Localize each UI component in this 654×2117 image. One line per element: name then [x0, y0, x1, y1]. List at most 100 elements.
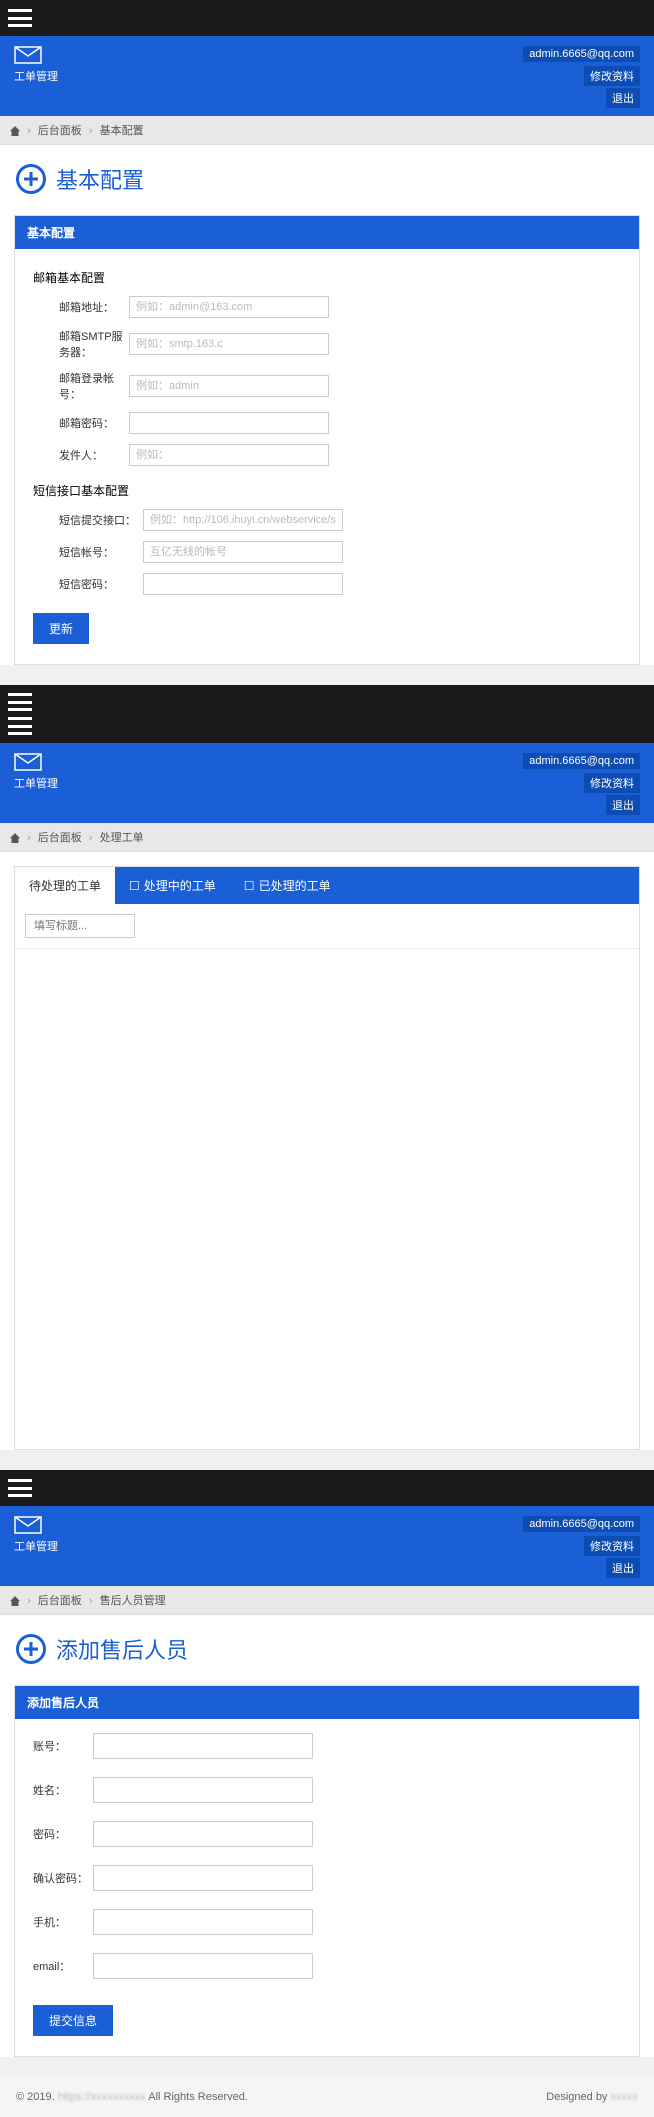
form-input[interactable] [143, 541, 343, 563]
breadcrumb-current: 基本配置 [100, 125, 144, 137]
app-title: 工单管理 [14, 68, 58, 84]
form-input[interactable] [93, 1733, 313, 1759]
plus-icon [16, 1634, 46, 1664]
profile-link[interactable]: 修改资料 [584, 66, 640, 86]
home-icon[interactable] [10, 126, 20, 136]
app-title: 工单管理 [14, 775, 58, 791]
form-row: 邮箱SMTP服务器： [33, 328, 621, 360]
breadcrumb-sep: › [89, 125, 93, 137]
form-row: 确认密码： [33, 1865, 621, 1891]
form-label: 账号： [33, 1738, 93, 1754]
submit-button[interactable]: 提交信息 [33, 2005, 113, 2036]
plus-icon [16, 164, 46, 194]
breadcrumb: › 后台面板 › 基本配置 [0, 116, 654, 145]
form-input[interactable] [129, 375, 329, 397]
mail-icon [14, 753, 42, 771]
tab[interactable]: ☐处理中的工单 [115, 867, 230, 904]
profile-link[interactable]: 修改资料 [584, 1536, 640, 1556]
user-email[interactable]: admin.6665@qq.com [523, 753, 640, 769]
topbar [0, 0, 654, 36]
form-input[interactable] [93, 1909, 313, 1935]
tab-label: 已处理的工单 [259, 877, 331, 894]
menu-icon[interactable] [8, 717, 32, 735]
mail-icon [14, 1516, 42, 1534]
form-input[interactable] [129, 333, 329, 355]
header-left: 工单管理 [14, 1516, 58, 1578]
form-input[interactable] [129, 296, 329, 318]
header: 工单管理 admin.6665@qq.com 修改资料 退出 [0, 36, 654, 116]
form-row: 短信帐号： [33, 541, 621, 563]
form-row: 账号： [33, 1733, 621, 1759]
form-input[interactable] [93, 1865, 313, 1891]
tab[interactable]: ☐已处理的工单 [230, 867, 345, 904]
form-row: email： [33, 1953, 621, 1979]
copyright: © 2019. [16, 2091, 55, 2103]
tabs: 待处理的工单 ☐处理中的工单☐已处理的工单 [15, 867, 639, 904]
update-button[interactable]: 更新 [33, 613, 89, 644]
footer-rights: All Rights Reserved. [148, 2091, 248, 2103]
form-input[interactable] [129, 444, 329, 466]
search-input[interactable] [25, 914, 135, 938]
group-sms-title: 短信接口基本配置 [33, 482, 621, 499]
form-row: 短信密码： [33, 573, 621, 595]
header-right: admin.6665@qq.com 修改资料 退出 [523, 753, 640, 815]
menu-icon[interactable] [8, 693, 32, 711]
screen-add-staff: 工单管理 admin.6665@qq.com 修改资料 退出 › 后台面板 › … [0, 1470, 654, 2057]
form-input[interactable] [129, 412, 329, 434]
config-panel: 基本配置 邮箱基本配置 邮箱地址：邮箱SMTP服务器：邮箱登录帐号：邮箱密码：发… [14, 215, 640, 665]
header-right: admin.6665@qq.com 修改资料 退出 [523, 1516, 640, 1578]
breadcrumb-sep: › [27, 1595, 31, 1607]
breadcrumb-home[interactable]: 后台面板 [38, 832, 82, 844]
user-email[interactable]: admin.6665@qq.com [523, 1516, 640, 1532]
form-input[interactable] [143, 509, 343, 531]
panel-header: 添加售后人员 [15, 1686, 639, 1719]
form-label: 确认密码： [33, 1870, 93, 1886]
panel-header: 基本配置 [15, 216, 639, 249]
menu-icon[interactable] [8, 9, 32, 27]
form-row: 邮箱密码： [33, 412, 621, 434]
form-row: 手机： [33, 1909, 621, 1935]
form-row: 姓名： [33, 1777, 621, 1803]
form-input[interactable] [93, 1777, 313, 1803]
home-icon[interactable] [10, 1596, 20, 1606]
header-left: 工单管理 [14, 46, 58, 108]
breadcrumb-sep: › [27, 125, 31, 137]
form-input[interactable] [93, 1821, 313, 1847]
page-title: 添加售后人员 [56, 1633, 188, 1665]
group-email-title: 邮箱基本配置 [33, 269, 621, 286]
panel-body: 账号： 姓名： 密码： 确认密码： 手机： email： 提交信息 [15, 1719, 639, 2056]
form-label: 短信帐号： [33, 544, 143, 560]
breadcrumb-current: 售后人员管理 [100, 1595, 166, 1607]
tab-label: 待处理的工单 [29, 877, 101, 894]
home-icon[interactable] [10, 833, 20, 843]
breadcrumb-home[interactable]: 后台面板 [38, 1595, 82, 1607]
form-input[interactable] [93, 1953, 313, 1979]
breadcrumb-sep: › [89, 1595, 93, 1607]
mail-icon [14, 46, 42, 64]
header-right: admin.6665@qq.com 修改资料 退出 [523, 46, 640, 108]
profile-link[interactable]: 修改资料 [584, 773, 640, 793]
breadcrumb-sep: › [27, 832, 31, 844]
form-label: 姓名： [33, 1782, 93, 1798]
logout-link[interactable]: 退出 [606, 795, 640, 815]
panel-body: 邮箱基本配置 邮箱地址：邮箱SMTP服务器：邮箱登录帐号：邮箱密码：发件人： 短… [15, 249, 639, 664]
page-head: 基本配置 [0, 145, 654, 207]
breadcrumb: › 后台面板 › 售后人员管理 [0, 1586, 654, 1615]
screen-tickets: 工单管理 admin.6665@qq.com 修改资料 退出 › 后台面板 › … [0, 685, 654, 1450]
form-label: 邮箱SMTP服务器： [33, 328, 129, 360]
form-input[interactable] [143, 573, 343, 595]
topbar [0, 1470, 654, 1506]
form-row: 发件人： [33, 444, 621, 466]
user-email[interactable]: admin.6665@qq.com [523, 46, 640, 62]
breadcrumb-home[interactable]: 后台面板 [38, 125, 82, 137]
menu-icon[interactable] [8, 1479, 32, 1497]
form-label: 短信密码： [33, 576, 143, 592]
search-row [15, 904, 639, 949]
breadcrumb: › 后台面板 › 处理工单 [0, 823, 654, 852]
breadcrumb-sep: › [89, 832, 93, 844]
form-row: 密码： [33, 1821, 621, 1847]
logout-link[interactable]: 退出 [606, 88, 640, 108]
logout-link[interactable]: 退出 [606, 1558, 640, 1578]
tab[interactable]: 待处理的工单 [15, 867, 115, 904]
footer-right: Designed by xxxxx [546, 2091, 638, 2103]
